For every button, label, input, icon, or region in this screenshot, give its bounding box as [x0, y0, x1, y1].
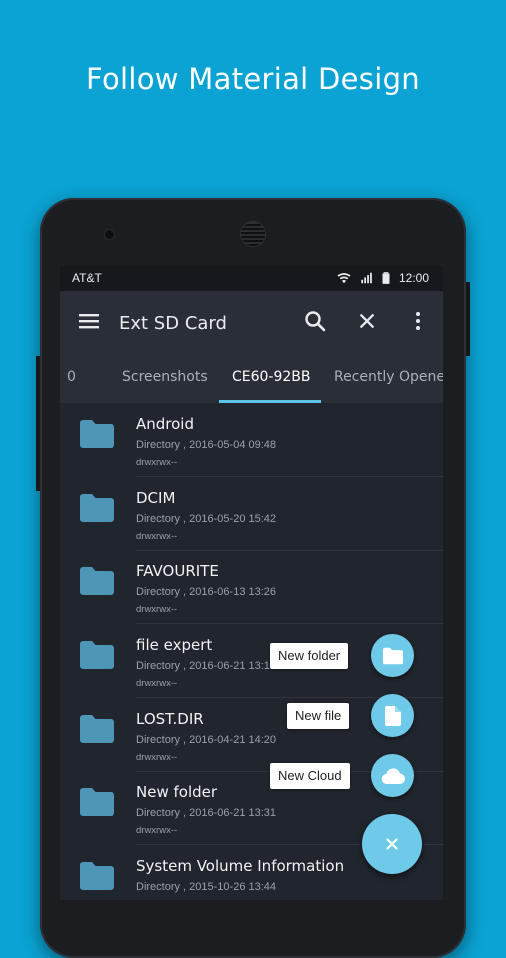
file-name: Android — [136, 415, 194, 433]
tab-0[interactable]: 0 — [67, 369, 76, 385]
file-permissions: drwxrwx-- — [136, 678, 178, 689]
new-cloud-fab[interactable] — [371, 754, 414, 797]
list-item[interactable]: DCIM Directory , 2016-05-20 15:42 drwxrw… — [60, 477, 443, 551]
menu-icon — [79, 314, 99, 329]
close-icon — [386, 838, 398, 850]
file-meta: Directory , 2016-05-04 09:48 — [136, 439, 277, 451]
file-meta: Directory , 2016-06-21 13:31 — [136, 807, 277, 819]
carrier-label: AT&T — [72, 271, 102, 285]
earpiece-speaker — [241, 222, 265, 246]
toolbar-title: Ext SD Card — [119, 313, 227, 334]
file-name: DCIM — [136, 489, 176, 507]
folder-icon — [80, 715, 114, 743]
file-permissions: drwxrwx-- — [136, 457, 178, 468]
list-item[interactable]: FAVOURITE Directory , 2016-06-13 13:26 d… — [60, 550, 443, 624]
file-permissions: drwxrwx-- — [136, 752, 178, 763]
more-vert-icon — [416, 312, 420, 330]
phone-screen: AT&T 12:00 Ext SD Card 0 Screenshots CE6… — [60, 266, 443, 900]
signal-icon — [361, 272, 372, 284]
file-name: New folder — [136, 783, 218, 801]
close-icon — [359, 313, 375, 329]
cloud-icon — [381, 767, 405, 784]
search-icon — [305, 311, 326, 332]
folder-icon — [80, 862, 114, 890]
folder-icon — [80, 420, 114, 448]
folder-icon — [80, 494, 114, 522]
folder-icon — [80, 567, 114, 595]
tab-ce60-92bb[interactable]: CE60-92BB — [232, 369, 311, 385]
file-meta: Directory , 2015-10-26 13:44 — [136, 881, 277, 893]
tab-screenshots[interactable]: Screenshots — [122, 369, 208, 385]
file-icon — [384, 705, 401, 726]
new-cloud-label[interactable]: New Cloud — [270, 763, 350, 789]
file-permissions: drwxrwx-- — [136, 825, 178, 836]
app-toolbar: Ext SD Card — [60, 291, 443, 349]
status-bar: AT&T 12:00 — [60, 266, 443, 291]
file-name: FAVOURITE — [136, 562, 219, 580]
battery-icon — [382, 272, 390, 284]
new-folder-label[interactable]: New folder — [270, 643, 349, 669]
file-permissions: drwxrwx-- — [136, 531, 178, 542]
tab-recently-opened[interactable]: Recently Opened — [334, 369, 443, 385]
file-name: System Volume Information — [136, 857, 345, 875]
file-permissions: drwxrwx-- — [136, 604, 178, 615]
search-button[interactable] — [297, 303, 333, 339]
new-folder-fab[interactable] — [371, 634, 414, 677]
overflow-menu-button[interactable] — [400, 303, 436, 339]
folder-icon — [382, 647, 403, 664]
wifi-icon — [337, 273, 351, 284]
volume-button — [466, 282, 470, 356]
power-button — [36, 356, 40, 491]
file-meta: Directory , 2016-06-13 13:26 — [136, 586, 277, 598]
tab-bar: 0 Screenshots CE60-92BB Recently Opened — [60, 349, 443, 403]
file-meta: Directory , 2016-05-20 15:42 — [136, 513, 277, 525]
clock: 12:00 — [398, 271, 429, 285]
menu-button[interactable] — [71, 303, 107, 339]
file-name: LOST.DIR — [136, 710, 204, 728]
new-file-label[interactable]: New file — [287, 703, 350, 729]
file-meta: Directory , 2016-06-21 13:10 — [136, 660, 277, 672]
folder-icon — [80, 788, 114, 816]
front-camera — [105, 230, 114, 239]
promo-headline: Follow Material Design — [86, 62, 420, 96]
new-file-fab[interactable] — [371, 694, 414, 737]
folder-icon — [80, 641, 114, 669]
file-meta: Directory , 2016-04-21 14:20 — [136, 734, 277, 746]
close-fab-button[interactable] — [362, 814, 422, 874]
close-button[interactable] — [349, 303, 385, 339]
file-name: file expert — [136, 636, 213, 654]
list-item[interactable]: Android Directory , 2016-05-04 09:48 drw… — [60, 403, 443, 477]
